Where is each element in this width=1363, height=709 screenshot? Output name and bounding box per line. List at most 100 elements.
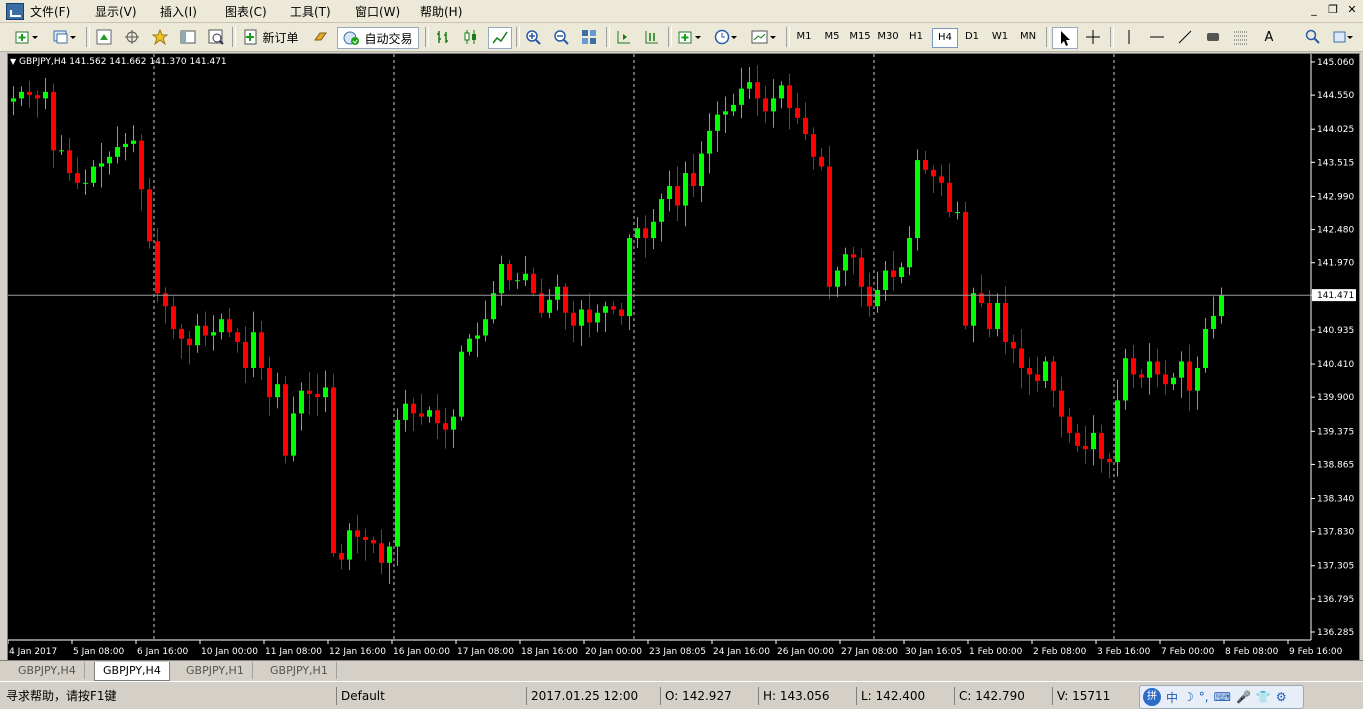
timeframe-m5[interactable]: M5 <box>820 28 844 46</box>
candle-bull <box>483 319 488 336</box>
strategy-tester-icon[interactable] <box>206 27 226 47</box>
status-low: L: 142.400 <box>856 687 946 705</box>
candle-bull <box>907 238 912 268</box>
toolbar-separator <box>516 27 520 47</box>
gold-bars-icon[interactable] <box>310 27 332 47</box>
toolbar-separator <box>786 27 790 47</box>
tab-gbpjpy-h1-1[interactable]: GBPJPY,H1 <box>178 662 253 679</box>
status-bar: 寻求帮助，请按F1键 Default 2017.01.25 12:00 O: 1… <box>0 681 1363 709</box>
candle-bear <box>1099 432 1104 459</box>
tab-gbpjpy-h4-1[interactable]: GBPJPY,H4 <box>10 662 85 679</box>
menu-file[interactable]: 文件(F) <box>30 3 70 20</box>
timeframe-m1[interactable]: M1 <box>792 28 816 46</box>
chart-menu-arrow-icon[interactable]: ▼ <box>10 57 16 66</box>
candle-bear <box>787 85 792 109</box>
options-button[interactable] <box>1330 27 1356 47</box>
profiles-button[interactable] <box>50 27 80 47</box>
candle-bear <box>363 536 368 541</box>
menu-view[interactable]: 显示(V) <box>95 3 137 20</box>
ime-keyboard-icon[interactable]: ⌨ <box>1214 690 1231 704</box>
candle-bull <box>627 238 632 316</box>
new-order-button[interactable]: 新订单 <box>240 27 302 47</box>
horizontal-line-tool-icon[interactable] <box>1146 27 1168 47</box>
trendline-tool-icon[interactable] <box>1174 27 1196 47</box>
periods-clock-button[interactable] <box>711 27 741 47</box>
candle-bull <box>107 156 112 164</box>
candle-bear <box>867 286 872 307</box>
candle-bull <box>779 85 784 99</box>
menu-help[interactable]: 帮助(H) <box>420 3 462 20</box>
text-tool-icon[interactable]: A <box>1258 27 1280 47</box>
candle-bear <box>947 182 952 213</box>
timeframe-mn[interactable]: MN <box>1016 28 1040 46</box>
line-chart-icon[interactable] <box>488 27 512 49</box>
indicators-button[interactable] <box>675 27 705 47</box>
candle-bear <box>811 134 816 157</box>
candlestick-chart-icon[interactable] <box>460 27 482 47</box>
ime-logo-icon[interactable]: 拼 <box>1143 688 1161 706</box>
tab-gbpjpy-h4-2[interactable]: GBPJPY,H4 <box>94 662 170 681</box>
candle-bull <box>19 91 24 99</box>
chart-symbol-info: GBPJPY,H4 141.562 141.662 141.370 141.47… <box>19 57 227 67</box>
templates-button[interactable] <box>748 27 780 47</box>
candle-bull <box>11 98 16 102</box>
menu-insert[interactable]: 插入(I) <box>160 3 197 20</box>
candle-bear <box>419 413 424 417</box>
timeframe-m15[interactable]: M15 <box>848 28 872 46</box>
candle-bull <box>395 419 400 547</box>
candle-bull <box>1179 361 1184 378</box>
ime-mode[interactable]: 中 <box>1166 689 1178 706</box>
timeframe-m30[interactable]: M30 <box>876 28 900 46</box>
cursor-tool-icon[interactable] <box>1052 27 1078 49</box>
vertical-line-tool-icon[interactable] <box>1118 27 1140 47</box>
fibonacci-tool-icon[interactable] <box>1230 27 1252 47</box>
star-navigator-icon[interactable] <box>150 27 170 47</box>
minimize-icon[interactable]: _ <box>1306 3 1322 17</box>
chart-canvas[interactable]: 145.060 144.550 144.025 143.515 142.990 142.4… <box>8 54 1359 660</box>
candle-bull <box>491 293 496 320</box>
timeframe-h4[interactable]: H4 <box>932 28 958 48</box>
menu-tools[interactable]: 工具(T) <box>290 3 331 20</box>
chart-shift-icon[interactable] <box>612 27 634 47</box>
search-icon[interactable] <box>1302 27 1324 47</box>
price-chart[interactable]: 145.060 144.550 144.025 143.515 142.990 142.4… <box>7 53 1360 661</box>
timeframe-d1[interactable]: D1 <box>960 28 984 46</box>
restore-icon[interactable]: ❐ <box>1325 3 1341 17</box>
candle-bull <box>91 166 96 183</box>
tile-windows-icon[interactable] <box>578 27 600 47</box>
candle-bull <box>211 332 216 336</box>
candle-bear <box>355 530 360 537</box>
candle-bear <box>371 540 376 544</box>
timeframe-h1[interactable]: H1 <box>904 28 928 46</box>
timeframe-w1[interactable]: W1 <box>988 28 1012 46</box>
auto-trading-button[interactable]: 自动交易 <box>337 27 419 49</box>
ime-shirt-icon[interactable]: 👕 <box>1256 690 1271 704</box>
price-tick-label: 136.795 <box>1317 595 1354 605</box>
crosshair-navigator-icon[interactable] <box>122 27 142 47</box>
date-tick-label: 27 Jan 08:00 <box>841 647 898 657</box>
status-close: C: 142.790 <box>954 687 1044 705</box>
candle-bull <box>651 221 656 239</box>
terminal-icon[interactable] <box>178 27 198 47</box>
ime-toolbar[interactable]: 拼 中 ☽ °, ⌨ 🎤 👕 ⚙ <box>1139 685 1304 709</box>
crosshair-tool-icon[interactable] <box>1082 27 1104 47</box>
candle-bull <box>547 299 552 313</box>
auto-scroll-icon[interactable] <box>640 27 662 47</box>
ime-punct-icon[interactable]: °, <box>1199 690 1209 704</box>
new-chart-button[interactable] <box>12 27 42 47</box>
bar-chart-icon[interactable] <box>432 27 454 47</box>
candle-bull <box>499 264 504 294</box>
ime-settings-icon[interactable]: ⚙ <box>1276 690 1287 704</box>
close-icon[interactable]: ✕ <box>1344 3 1360 17</box>
market-watch-icon[interactable] <box>94 27 114 47</box>
channel-tool-icon[interactable] <box>1202 27 1224 47</box>
app-icon[interactable] <box>6 3 24 20</box>
candle-bear <box>179 328 184 339</box>
menu-window[interactable]: 窗口(W) <box>355 3 400 20</box>
menu-charts[interactable]: 图表(C) <box>225 3 267 20</box>
ime-moon-icon[interactable]: ☽ <box>1183 690 1194 704</box>
zoom-in-icon[interactable] <box>522 27 544 47</box>
zoom-out-icon[interactable] <box>550 27 572 47</box>
ime-mic-icon[interactable]: 🎤 <box>1236 690 1251 704</box>
tab-gbpjpy-h1-2[interactable]: GBPJPY,H1 <box>262 662 337 679</box>
